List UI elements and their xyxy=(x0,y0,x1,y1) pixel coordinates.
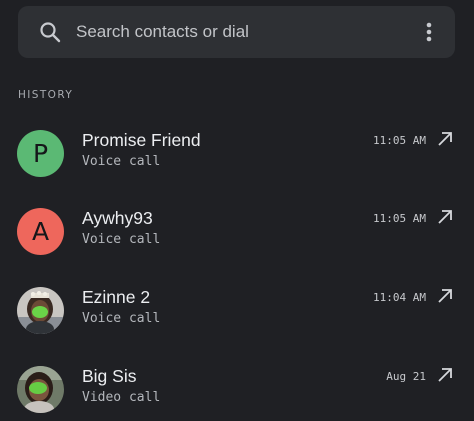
call-history-item[interactable]: Ezinne 2 Voice call 11:04 AM xyxy=(0,267,474,345)
avatar[interactable]: A xyxy=(17,208,64,255)
call-time: 11:05 AM xyxy=(373,212,426,225)
call-time: 11:05 AM xyxy=(373,134,426,147)
outgoing-call-icon[interactable] xyxy=(436,130,454,148)
call-type-label: Voice call xyxy=(82,311,161,326)
call-time: 11:04 AM xyxy=(373,291,426,304)
call-history-item[interactable]: P Promise Friend Voice call 11:05 AM xyxy=(0,110,474,188)
call-time: Aug 21 xyxy=(386,370,426,383)
outgoing-call-icon[interactable] xyxy=(436,208,454,226)
outgoing-call-icon[interactable] xyxy=(436,366,454,384)
contact-photo-avatar[interactable] xyxy=(17,366,64,413)
search-icon[interactable] xyxy=(38,20,62,44)
history-section-header: HISTORY xyxy=(18,89,74,101)
search-bar[interactable] xyxy=(18,6,455,58)
search-input[interactable] xyxy=(76,6,406,58)
outgoing-call-icon[interactable] xyxy=(436,287,454,305)
call-type-label: Voice call xyxy=(82,232,161,247)
contact-name: Big Sis xyxy=(82,366,137,386)
contact-name: Ezinne 2 xyxy=(82,287,151,307)
avatar[interactable]: P xyxy=(17,130,64,177)
more-vert-icon[interactable] xyxy=(415,18,443,46)
call-history-item[interactable]: Big Sis Video call Aug 21 xyxy=(0,346,474,421)
contact-name: Promise Friend xyxy=(82,130,201,150)
call-history-item[interactable]: A Aywhy93 Voice call 11:05 AM xyxy=(0,188,474,266)
call-type-label: Video call xyxy=(82,390,161,405)
call-type-label: Voice call xyxy=(82,154,161,169)
contact-name: Aywhy93 xyxy=(82,208,153,228)
contact-photo-avatar[interactable] xyxy=(17,287,64,334)
